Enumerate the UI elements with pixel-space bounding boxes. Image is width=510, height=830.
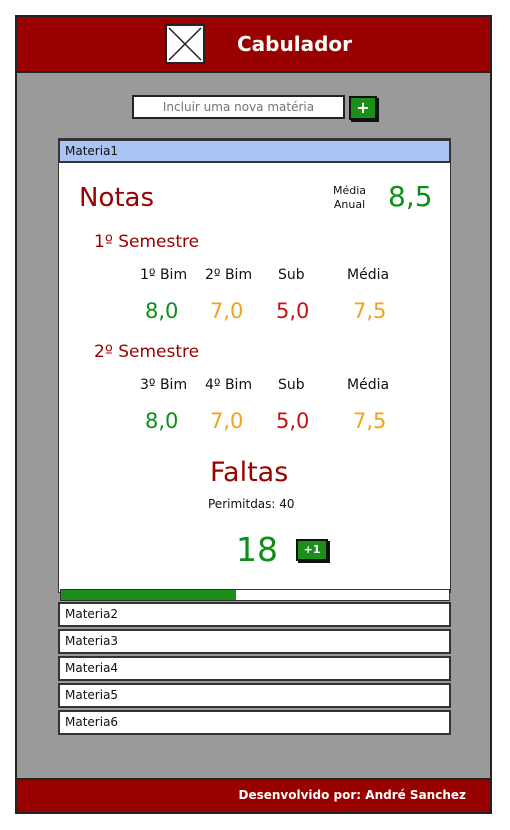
subject-item-materia1[interactable]: Materia1 <box>58 139 451 163</box>
faltas-allowed-text: Perimitdas: 40 <box>208 497 295 511</box>
col-header: Sub <box>278 267 305 283</box>
add-absence-button[interactable]: +1 <box>296 539 328 561</box>
col-header: 4º Bim <box>205 377 253 393</box>
col-header: 3º Bim <box>140 377 188 393</box>
app-footer: Desenvolvido por: André Sanchez <box>15 778 492 814</box>
app-title: Cabulador <box>237 32 352 56</box>
subject-item[interactable]: Materia4 <box>58 656 451 681</box>
subject-item[interactable]: Materia6 <box>58 710 451 735</box>
col-header: 1º Bim <box>140 267 188 283</box>
semester-1-title: 1º Semestre <box>94 232 200 252</box>
col-header: 2º Bim <box>205 267 253 283</box>
grade-value: 7,0 <box>210 409 244 433</box>
faltas-count: 18 <box>236 530 278 569</box>
absence-progress-bar <box>60 589 450 601</box>
grade-value: 5,0 <box>276 299 310 323</box>
add-subject-button[interactable]: + <box>349 96 377 120</box>
semester-2-title: 2º Semestre <box>94 342 200 362</box>
media-anual-value: 8,5 <box>388 180 433 213</box>
col-header: Média <box>347 267 390 283</box>
new-subject-input[interactable] <box>132 95 345 119</box>
subject-item[interactable]: Materia5 <box>58 683 451 708</box>
faltas-heading: Faltas <box>210 457 289 488</box>
grade-value: 7,5 <box>353 299 387 323</box>
media-anual-label: Média Anual <box>333 184 367 211</box>
image-placeholder-icon <box>165 24 205 64</box>
grade-value: 5,0 <box>276 409 310 433</box>
grade-value: 7,5 <box>353 409 387 433</box>
footer-credit: Desenvolvido por: André Sanchez <box>238 788 467 802</box>
app-header: Cabulador <box>15 15 492 73</box>
grade-value: 8,0 <box>145 409 179 433</box>
notas-heading: Notas <box>79 183 155 213</box>
grade-value: 7,0 <box>210 299 244 323</box>
subject-item[interactable]: Materia3 <box>58 629 451 654</box>
grade-value: 8,0 <box>145 299 179 323</box>
col-header: Sub <box>278 377 305 393</box>
absence-progress-fill <box>61 590 236 600</box>
col-header: Média <box>347 377 390 393</box>
subject-item[interactable]: Materia2 <box>58 602 451 627</box>
